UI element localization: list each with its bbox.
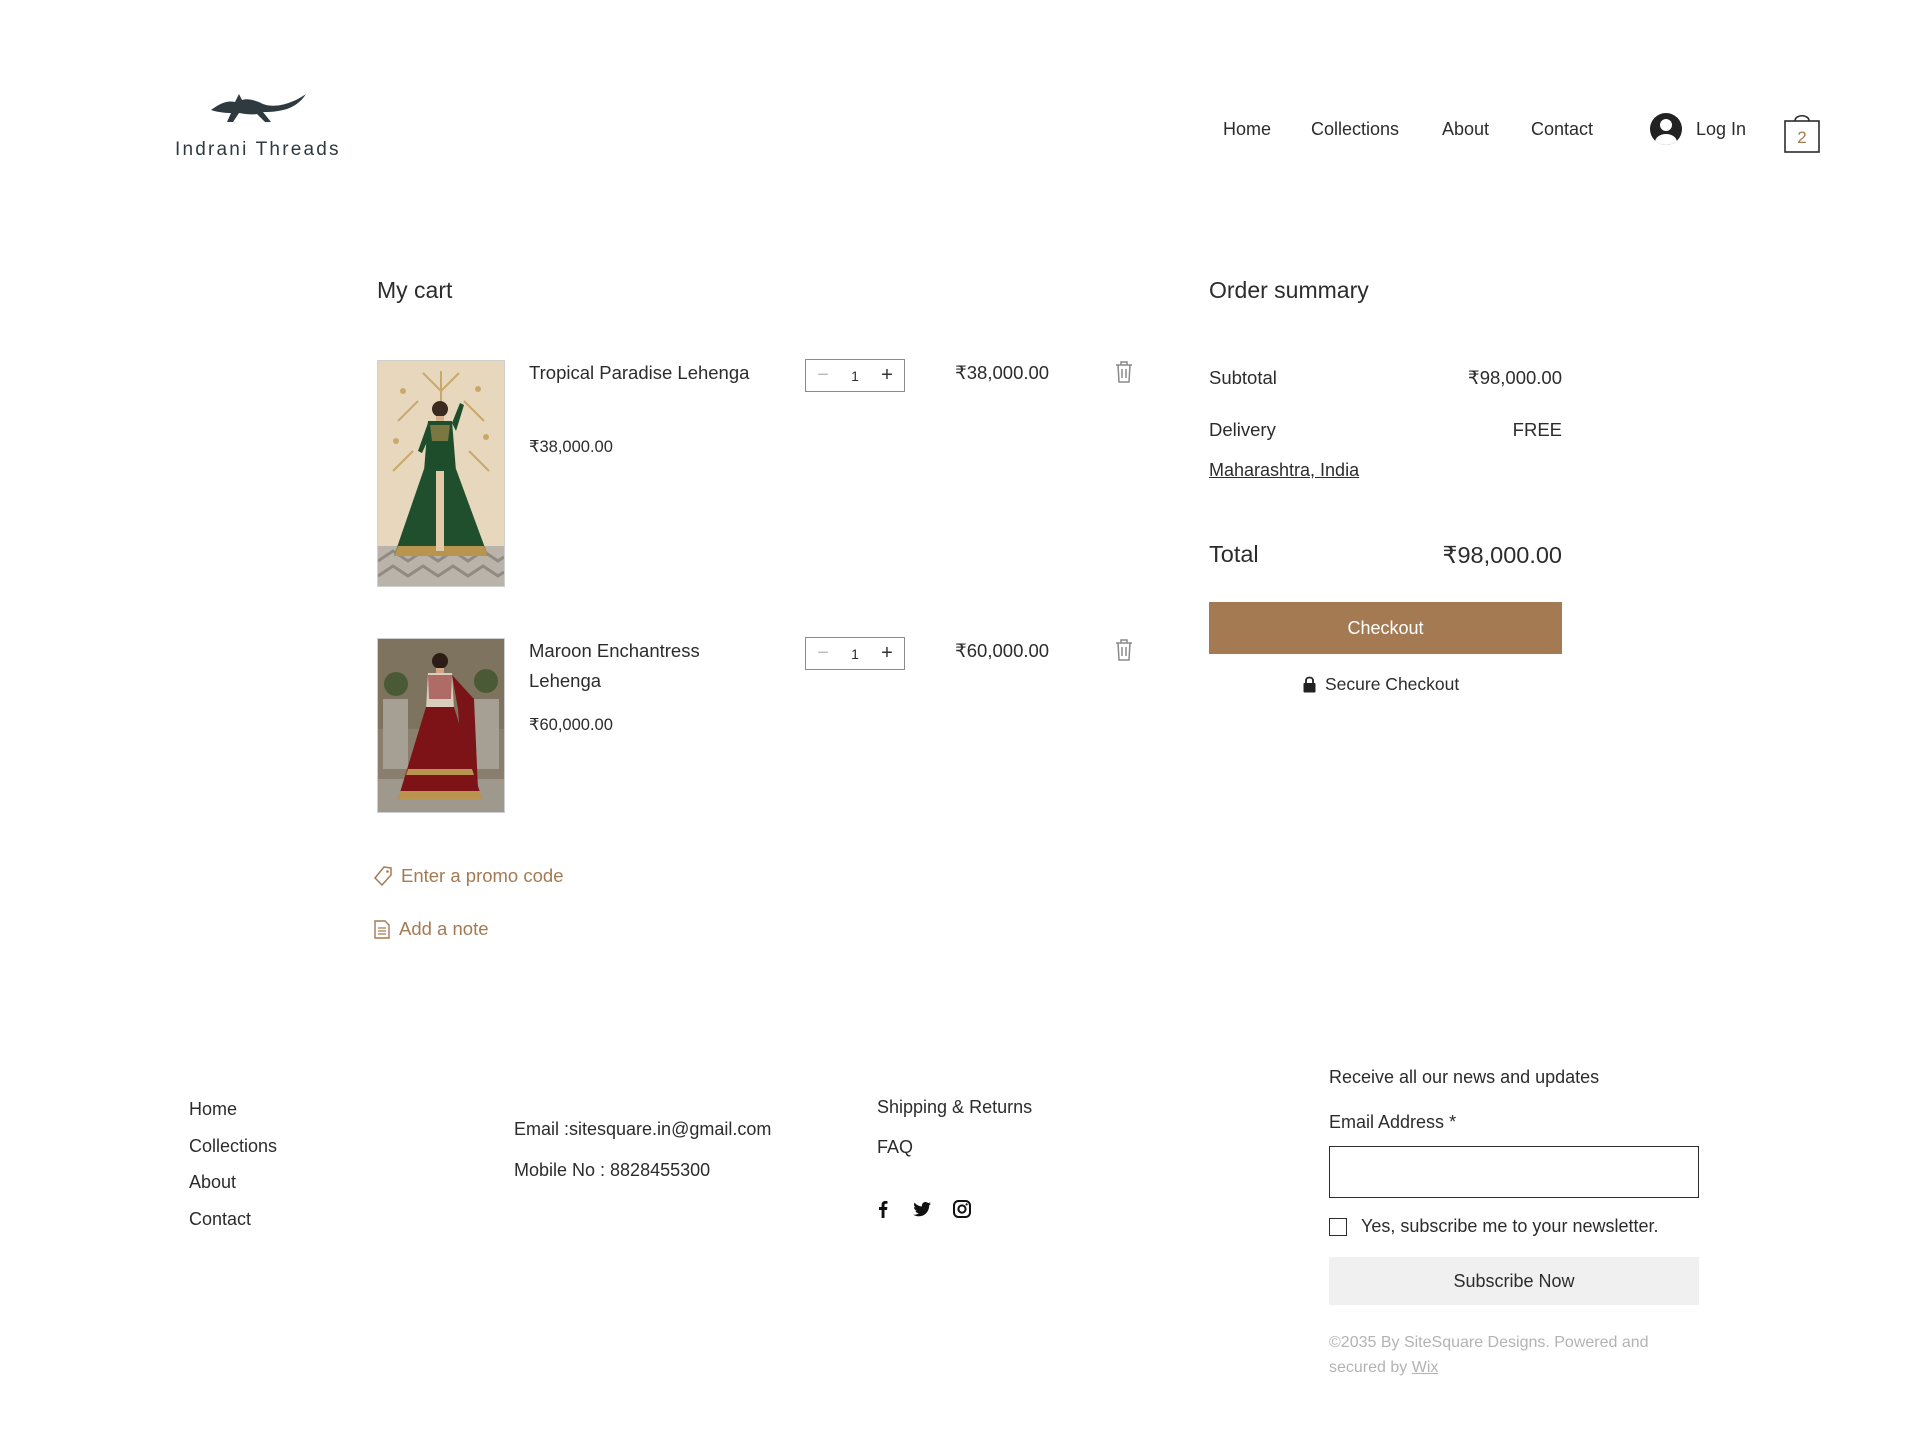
total-row: Total ₹98,000.00 xyxy=(1209,541,1562,569)
subtotal-value: ₹98,000.00 xyxy=(1467,367,1562,388)
quantity-stepper: − + xyxy=(805,637,905,670)
footer-link-contact[interactable]: Contact xyxy=(189,1209,251,1230)
product-image-tropical-lehenga[interactable] xyxy=(377,360,505,587)
lock-icon xyxy=(1303,676,1316,693)
cart-button[interactable]: 2 xyxy=(1784,110,1820,154)
total-label: Total xyxy=(1209,541,1259,567)
email-address-input[interactable] xyxy=(1329,1146,1699,1198)
facebook-icon[interactable] xyxy=(873,1199,893,1219)
delivery-row: Delivery FREE xyxy=(1209,419,1562,441)
footer-link-faq[interactable]: FAQ xyxy=(877,1137,913,1158)
promo-code-link[interactable]: Enter a promo code xyxy=(374,865,563,887)
wix-link[interactable]: Wix xyxy=(1412,1359,1439,1376)
instagram-icon[interactable] xyxy=(952,1199,972,1219)
tag-icon xyxy=(374,866,392,886)
shipping-location-link[interactable]: Maharashtra, India xyxy=(1209,460,1359,481)
footer-email: Email :sitesquare.in@gmail.com xyxy=(514,1119,772,1139)
nav-collections[interactable]: Collections xyxy=(1311,119,1399,140)
add-note-label: Add a note xyxy=(399,918,489,939)
brand-name[interactable]: Indrani Threads xyxy=(175,139,341,161)
trash-icon[interactable] xyxy=(1114,638,1134,662)
nav-contact[interactable]: Contact xyxy=(1531,119,1593,140)
footer-link-collections[interactable]: Collections xyxy=(189,1136,277,1157)
footer-link-about[interactable]: About xyxy=(189,1172,236,1193)
nav-about[interactable]: About xyxy=(1442,119,1489,140)
increase-quantity-button[interactable]: + xyxy=(876,642,898,665)
note-icon xyxy=(374,919,390,939)
required-mark: * xyxy=(1449,1112,1457,1132)
quantity-input[interactable] xyxy=(838,366,872,385)
twitter-icon[interactable] xyxy=(912,1199,932,1219)
increase-quantity-button[interactable]: + xyxy=(876,364,898,387)
trash-icon[interactable] xyxy=(1114,360,1134,384)
promo-code-label: Enter a promo code xyxy=(401,865,564,886)
checkout-button[interactable]: Checkout xyxy=(1209,602,1562,654)
copyright-text: ©2035 By SiteSquare Designs. Powered and… xyxy=(1329,1334,1649,1376)
total-value: ₹98,000.00 xyxy=(1442,542,1563,568)
decrease-quantity-button[interactable]: − xyxy=(812,364,834,387)
secure-checkout-label: Secure Checkout xyxy=(1325,674,1460,694)
footer-link-home[interactable]: Home xyxy=(189,1099,237,1120)
delivery-label: Delivery xyxy=(1209,419,1276,440)
product-unit-price: ₹38,000.00 xyxy=(529,438,613,456)
cart-count: 2 xyxy=(1797,128,1807,147)
secure-checkout: Secure Checkout xyxy=(1303,674,1459,695)
fox-logo-icon[interactable] xyxy=(205,88,307,130)
product-unit-price: ₹60,000.00 xyxy=(529,716,613,734)
login-label: Log In xyxy=(1696,118,1747,139)
line-total: ₹38,000.00 xyxy=(955,362,1050,383)
decrease-quantity-button[interactable]: − xyxy=(812,642,834,665)
product-name[interactable]: Tropical Paradise Lehenga xyxy=(529,358,759,388)
product-image-maroon-lehenga[interactable] xyxy=(377,638,505,813)
product-name[interactable]: Maroon Enchantress Lehenga xyxy=(529,636,759,696)
quantity-input[interactable] xyxy=(838,644,872,663)
newsletter-checkbox-label[interactable]: Yes, subscribe me to your newsletter. xyxy=(1361,1216,1658,1237)
subscribe-button[interactable]: Subscribe Now xyxy=(1329,1257,1699,1305)
newsletter-heading: Receive all our news and updates xyxy=(1329,1067,1600,1087)
cart-title: My cart xyxy=(377,277,453,303)
login-button[interactable]: Log In xyxy=(1650,113,1746,145)
nav-home[interactable]: Home xyxy=(1223,119,1271,140)
add-note-link[interactable]: Add a note xyxy=(374,918,489,940)
email-address-label: Email Address * xyxy=(1329,1112,1457,1132)
delivery-value: FREE xyxy=(1512,419,1562,440)
quantity-stepper: − + xyxy=(805,359,905,392)
line-total: ₹60,000.00 xyxy=(955,640,1050,661)
footer-link-shipping-returns[interactable]: Shipping & Returns xyxy=(877,1097,1032,1118)
summary-title: Order summary xyxy=(1209,277,1369,303)
subtotal-row: Subtotal ₹98,000.00 xyxy=(1209,367,1562,389)
subtotal-label: Subtotal xyxy=(1209,367,1277,388)
newsletter-checkbox-row: Yes, subscribe me to your newsletter. xyxy=(1329,1216,1658,1237)
newsletter-checkbox[interactable] xyxy=(1329,1217,1347,1236)
user-avatar-icon xyxy=(1650,113,1682,145)
footer-mobile: Mobile No : 8828455300 xyxy=(514,1160,711,1180)
